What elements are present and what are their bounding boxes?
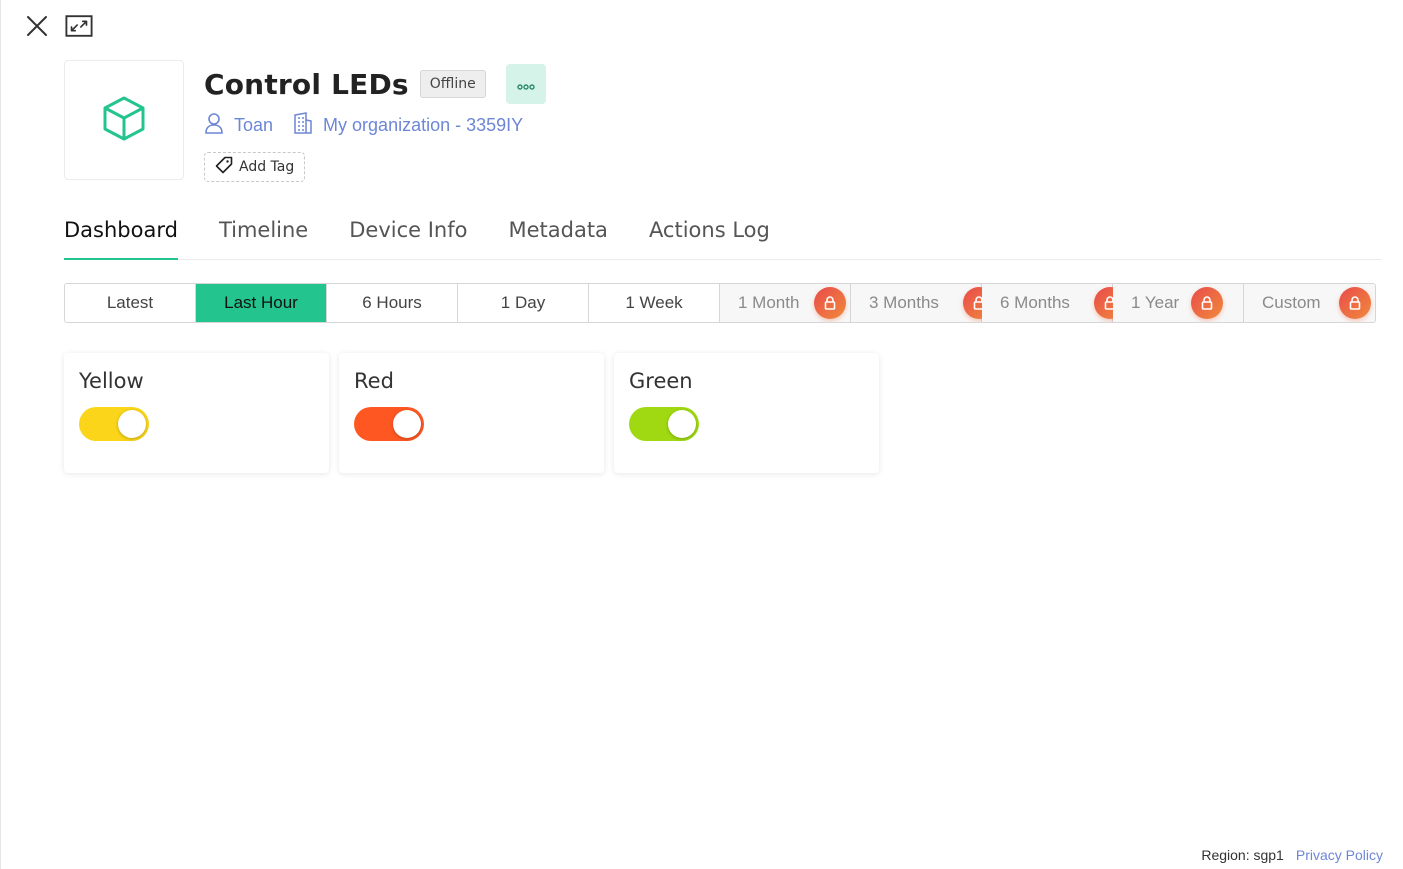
more-options-button[interactable] [505, 64, 546, 104]
range-label: 6 Months [1000, 293, 1070, 312]
tag-icon [215, 156, 239, 178]
range-last-hour[interactable]: Last Hour [196, 284, 327, 322]
range-label: 1 Month [738, 293, 800, 312]
owner-name: Toan [234, 114, 274, 135]
tab-metadata[interactable]: Metadata [508, 214, 607, 259]
range-label: Last Hour [224, 293, 298, 312]
time-range-selector: Latest Last Hour 6 Hours 1 Day 1 Week 1 … [64, 283, 1376, 323]
organization-name: My organization - 3359IY [323, 114, 524, 135]
user-icon [204, 112, 234, 139]
range-label: 6 Hours [362, 293, 422, 312]
device-title: Control LEDs [204, 67, 409, 101]
range-latest[interactable]: Latest [65, 284, 196, 322]
tab-dashboard[interactable]: Dashboard [64, 214, 178, 260]
cube-icon [101, 95, 147, 145]
range-label: Custom [1262, 293, 1321, 312]
switch-widget-green: Green [614, 353, 879, 473]
add-tag-label: Add Tag [239, 159, 295, 175]
title-row: Control LEDs Offline [204, 64, 546, 104]
meta-row: Toan My organization - 3359IY [204, 111, 546, 139]
range-6-hours[interactable]: 6 Hours [327, 284, 458, 322]
expand-icon[interactable] [65, 12, 93, 40]
range-label: 1 Week [625, 293, 683, 312]
add-tag-button[interactable]: Add Tag [204, 152, 306, 182]
range-3-months[interactable]: 3 Months [851, 284, 995, 322]
tab-bar: Dashboard Timeline Device Info Metadata … [64, 214, 1382, 260]
lock-icon [1339, 287, 1371, 319]
lock-icon [1191, 287, 1223, 319]
range-label: 1 Year [1131, 293, 1180, 312]
range-label: 3 Months [869, 293, 939, 312]
building-icon [293, 111, 323, 139]
range-label: 1 Day [500, 293, 546, 312]
tab-device-info[interactable]: Device Info [349, 214, 467, 259]
switch-widget-red: Red [339, 353, 604, 473]
window-controls [23, 12, 93, 40]
switch-widget-yellow: Yellow [64, 353, 329, 473]
switch-knob [393, 410, 421, 438]
owner-link[interactable]: Toan [204, 112, 273, 139]
switch-knob [118, 410, 146, 438]
tab-timeline[interactable]: Timeline [219, 214, 308, 259]
organization-link[interactable]: My organization - 3359IY [293, 111, 524, 139]
device-tile [64, 60, 184, 180]
range-1-year[interactable]: 1 Year [1113, 284, 1244, 322]
range-6-months[interactable]: 6 Months [982, 284, 1126, 322]
tab-actions-log[interactable]: Actions Log [649, 214, 770, 259]
widget-label: Green [629, 369, 693, 393]
close-icon[interactable] [23, 12, 51, 40]
region-label: Region: sgp1 [1201, 847, 1284, 863]
status-badge: Offline [419, 70, 486, 98]
more-dots-icon [517, 75, 535, 94]
range-1-month[interactable]: 1 Month [720, 284, 851, 322]
range-custom[interactable]: Custom [1244, 284, 1375, 322]
range-label: Latest [106, 293, 154, 312]
device-info: Control LEDs Offline Toan My organizatio… [204, 60, 546, 182]
widget-grid: Yellow Red Green [64, 353, 879, 473]
range-1-week[interactable]: 1 Week [589, 284, 720, 322]
range-1-day[interactable]: 1 Day [458, 284, 589, 322]
widget-label: Red [354, 369, 394, 393]
green-led-switch[interactable] [629, 407, 699, 441]
lock-icon [814, 287, 846, 319]
privacy-policy-link[interactable]: Privacy Policy [1296, 847, 1383, 863]
red-led-switch[interactable] [354, 407, 424, 441]
device-header: Control LEDs Offline Toan My organizatio… [64, 60, 546, 182]
yellow-led-switch[interactable] [79, 407, 149, 441]
switch-knob [668, 410, 696, 438]
widget-label: Yellow [79, 369, 144, 393]
footer: Region: sgp1 Privacy Policy [1201, 847, 1383, 863]
